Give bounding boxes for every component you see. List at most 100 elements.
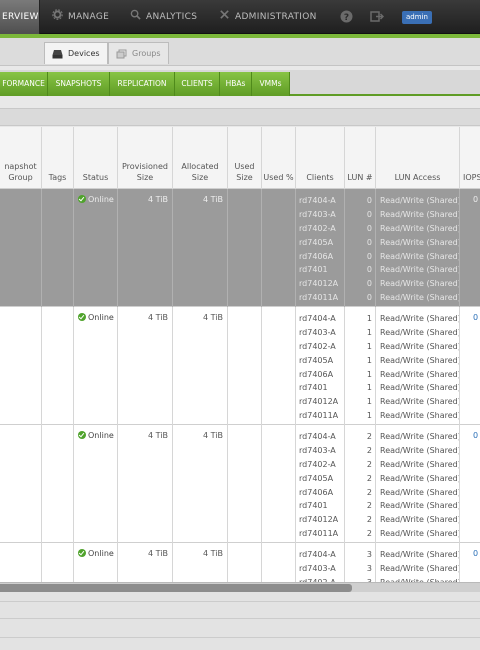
nav-manage[interactable]: MANAGE: [52, 0, 109, 34]
col-status[interactable]: Status: [74, 127, 118, 189]
devices-table: napshot Group Tags Status Provisioned Si…: [0, 127, 480, 582]
provisioned-size: 4 TiB: [148, 195, 168, 204]
client-name: rd7406A: [299, 369, 334, 379]
status-text: Online: [88, 549, 114, 558]
tab-snapshots[interactable]: SNAPSHOTS: [48, 72, 110, 96]
client-name: rd74012A: [299, 279, 339, 289]
cell-alloc: 4 TiB: [173, 307, 228, 425]
cell-pct: [262, 189, 296, 307]
iops-value[interactable]: 0: [473, 313, 478, 322]
client-name: rd7405A: [299, 355, 334, 365]
tab-clients[interactable]: CLIENTS: [175, 72, 220, 96]
table-row[interactable]: Online4 TiB4 TiBrd7404-Ard7403-Ard7402-A…: [0, 543, 480, 582]
cell-used: [228, 307, 262, 425]
lun-number: 1: [366, 411, 372, 421]
lun-number: 1: [366, 355, 372, 365]
status-online: Online: [78, 195, 114, 204]
lun-access: Read/Write (Shared): [380, 459, 459, 469]
tab-replication[interactable]: REPLICATION: [110, 72, 175, 96]
lun-number: 2: [366, 459, 372, 469]
col-used-size[interactable]: Used Size: [228, 127, 262, 189]
client-name: rd7402-A: [299, 223, 336, 233]
tab-vmms[interactable]: VMMs: [252, 72, 290, 96]
nav-overview[interactable]: ERVIEW: [0, 0, 40, 34]
lun-number: 0: [366, 209, 372, 219]
lun-access: Read/Write (Shared): [380, 432, 459, 441]
lun-access: Read/Write (Shared): [380, 487, 459, 497]
logout-icon[interactable]: [370, 10, 384, 23]
col-provisioned-size[interactable]: Provisioned Size: [118, 127, 173, 189]
cell-pct: [262, 425, 296, 543]
lun-number: 1: [366, 383, 372, 393]
tab-hbas[interactable]: HBAs: [220, 72, 252, 96]
col-clients[interactable]: Clients: [296, 127, 345, 189]
tab-groups[interactable]: Groups: [108, 42, 169, 64]
cell-clients: rd7404-A rd7403-A rd7402-A rd7405A rd7406A rd…: [296, 189, 345, 307]
footer: [0, 592, 480, 650]
footer-divider: [0, 637, 480, 638]
status-text: Online: [88, 195, 114, 204]
cell-tags: [42, 425, 74, 543]
horizontal-scrollbar[interactable]: [0, 582, 480, 592]
iops-value[interactable]: 0: [473, 549, 478, 558]
allocated-size: 4 TiB: [203, 313, 223, 322]
table-row[interactable]: Online4 TiB4 TiBrd7404-Ard7403-Ard7402-A…: [0, 189, 480, 307]
lun-number: 2: [366, 473, 372, 483]
toolbar-band: [0, 108, 480, 126]
iops-value[interactable]: 0: [473, 431, 478, 440]
col-tags[interactable]: Tags: [42, 127, 74, 189]
luns-list: 333: [345, 548, 375, 582]
lun-access: Read/Write (Shared): [380, 501, 459, 511]
lun-number: 2: [366, 445, 372, 455]
lun-access: Read/Write (Shared): [380, 196, 459, 205]
cell-status: Online: [74, 543, 118, 582]
col-allocated-size[interactable]: Allocated Size: [173, 127, 228, 189]
access-list: Read/Write (Shared)Read/Write (Shared)Re…: [376, 548, 459, 582]
table-row[interactable]: Online4 TiB4 TiBrd7404-Ard7403-Ard7402-A…: [0, 307, 480, 425]
client-name: rd7403-A: [299, 445, 336, 455]
subtab-bar: Devices Groups: [0, 38, 480, 66]
table-row[interactable]: Online4 TiB4 TiBrd7404-Ard7403-Ard7402-A…: [0, 425, 480, 543]
col-lun-access[interactable]: LUN Access: [376, 127, 460, 189]
client-name: rd74012A: [299, 515, 339, 525]
iops-value: 0: [473, 195, 479, 204]
client-name: rd7405A: [299, 237, 334, 247]
lun-number: 0: [366, 196, 372, 205]
tab-groups-label: Groups: [132, 49, 161, 58]
section-tabs: FORMANCE SNAPSHOTS REPLICATION CLIENTS H…: [0, 70, 480, 96]
lun-access: Read/Write (Shared): [380, 515, 459, 525]
tab-performance[interactable]: FORMANCE: [0, 72, 48, 96]
nav-administration[interactable]: ADMINISTRATION: [219, 0, 317, 34]
col-snapshot-group[interactable]: napshot Group: [0, 127, 42, 189]
status-text: Online: [88, 431, 114, 440]
scrollbar-thumb[interactable]: [0, 584, 352, 592]
cell-clients: rd7404-Ard7403-Ard7402-A: [296, 543, 345, 582]
cell-status: Online: [74, 189, 118, 307]
nav-overview-label: ERVIEW: [2, 12, 39, 22]
user-badge[interactable]: admin: [402, 11, 432, 24]
help-icon[interactable]: ?: [340, 10, 353, 23]
client-name: rd7402-A: [299, 459, 336, 469]
cell-clients: rd7404-A rd7403-A rd7402-A rd7405A rd7406A rd…: [296, 425, 345, 543]
lun-access: Read/Write (Shared): [380, 223, 459, 233]
cell-used: [228, 425, 262, 543]
col-used-pct[interactable]: Used %: [262, 127, 296, 189]
svg-text:?: ?: [344, 13, 349, 23]
gear-icon: [52, 9, 63, 20]
cell-clients: rd7404-A rd7403-A rd7402-A rd7405A rd7406A rd…: [296, 307, 345, 425]
lun-number: 2: [366, 487, 372, 497]
client-name: rd7401: [299, 265, 328, 275]
allocated-size: 4 TiB: [203, 195, 223, 204]
nav-analytics-label: ANALYTICS: [146, 12, 198, 22]
footer-divider: [0, 601, 480, 602]
cell-prov: 4 TiB: [118, 425, 173, 543]
client-name: rd7406A: [299, 251, 334, 261]
lun-number: 0: [366, 223, 372, 233]
lun-number: 0: [366, 293, 372, 303]
tab-devices[interactable]: Devices: [44, 42, 108, 64]
cell-iops: 0: [460, 543, 480, 582]
col-lun[interactable]: LUN #: [345, 127, 376, 189]
cell-used: [228, 543, 262, 582]
nav-analytics[interactable]: ANALYTICS: [130, 0, 197, 34]
col-iops[interactable]: IOPS: [460, 127, 480, 189]
